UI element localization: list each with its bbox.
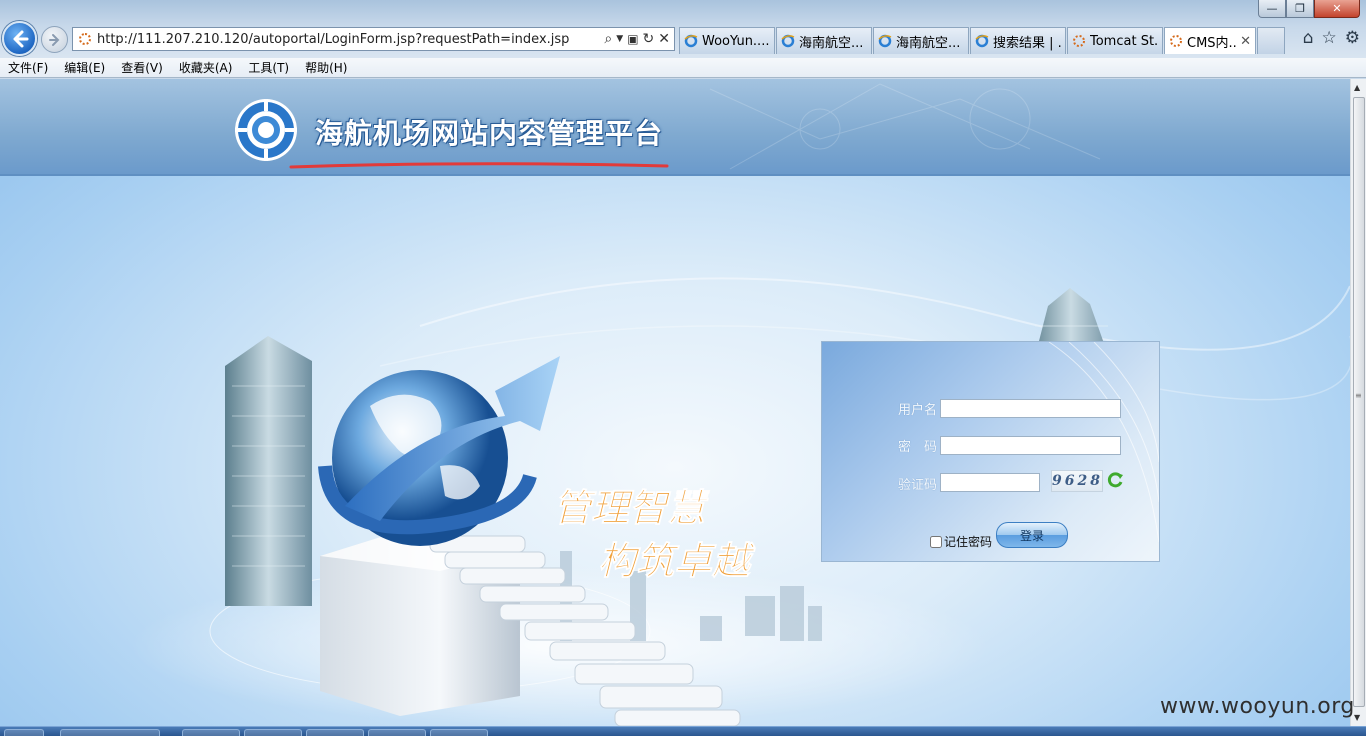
tab-label: WooYun.... bbox=[702, 33, 770, 49]
home-icon[interactable]: ⌂ bbox=[1303, 28, 1314, 48]
minimize-button[interactable]: — bbox=[1258, 0, 1286, 18]
remember-password-checkbox[interactable] bbox=[930, 535, 942, 548]
stop-icon[interactable]: ✕ bbox=[658, 31, 670, 47]
search-icon[interactable]: ⌕ bbox=[604, 31, 612, 47]
scrollbar-grip-icon: ≡ bbox=[1355, 391, 1362, 400]
refresh-icon[interactable]: ↻ bbox=[643, 31, 655, 47]
tab-tomcat[interactable]: Tomcat St... bbox=[1067, 27, 1163, 54]
settings-gear-icon[interactable]: ⚙ bbox=[1345, 28, 1360, 48]
left-skyscraper bbox=[225, 336, 312, 606]
tab-label: 海南航空... bbox=[799, 35, 864, 51]
forward-button[interactable] bbox=[41, 26, 68, 53]
taskbar-item[interactable] bbox=[244, 729, 302, 736]
password-input[interactable] bbox=[940, 436, 1121, 455]
refresh-captcha-icon[interactable] bbox=[1106, 471, 1124, 489]
watermark: www.wooyun.org bbox=[1160, 694, 1355, 719]
title-underline bbox=[289, 162, 669, 169]
menu-tools[interactable]: 工具(T) bbox=[240, 58, 297, 78]
taskbar-item[interactable] bbox=[60, 729, 160, 736]
site-title: 海航机场网站内容管理平台 bbox=[315, 117, 664, 150]
address-url[interactable]: http://111.207.210.120/autoportal/LoginF… bbox=[97, 32, 569, 47]
dropdown-icon[interactable]: ▼ bbox=[616, 34, 623, 44]
tab-strip: WooYun.... 海南航空... 海南航空... 搜索结果 | ... To… bbox=[679, 27, 1285, 54]
menu-edit[interactable]: 编辑(E) bbox=[56, 58, 113, 78]
captcha-image[interactable]: 9628 bbox=[1051, 470, 1103, 492]
menu-file[interactable]: 文件(F) bbox=[0, 58, 56, 78]
slogan-line-1: 管理智慧 bbox=[553, 485, 710, 530]
password-label: 密 码 bbox=[898, 440, 938, 455]
login-panel: 用户名 密 码 验证码 9628 记住密码 登录 bbox=[821, 341, 1160, 562]
forward-arrow-icon bbox=[48, 33, 59, 46]
window-controls: — ❐ ✕ bbox=[1258, 0, 1360, 18]
loading-icon bbox=[1169, 34, 1183, 48]
taskbar-item[interactable] bbox=[430, 729, 488, 736]
tab-label: 搜索结果 | ... bbox=[993, 35, 1061, 51]
close-window-button[interactable]: ✕ bbox=[1314, 0, 1360, 18]
tab-hainan-2[interactable]: 海南航空... bbox=[873, 27, 969, 54]
captcha-label: 验证码 bbox=[898, 478, 938, 493]
browser-titlebar: — ❐ ✕ http://111.207.210.120/autoportal/… bbox=[0, 0, 1366, 58]
tab-wooyun[interactable]: WooYun.... bbox=[679, 27, 775, 54]
tab-label: Tomcat St... bbox=[1090, 33, 1158, 49]
background-wave bbox=[419, 277, 1350, 351]
menu-view[interactable]: 查看(V) bbox=[113, 58, 171, 78]
ie-icon bbox=[684, 34, 698, 48]
maximize-button[interactable]: ❐ bbox=[1286, 0, 1314, 18]
menu-favorites[interactable]: 收藏夹(A) bbox=[171, 58, 241, 78]
login-button[interactable]: 登录 bbox=[996, 522, 1068, 548]
tab-label: CMS内... bbox=[1187, 35, 1237, 51]
new-tab-button[interactable] bbox=[1257, 27, 1285, 54]
taskbar-item[interactable] bbox=[182, 729, 240, 736]
remember-password[interactable]: 记住密码 bbox=[930, 533, 992, 550]
tab-label: 海南航空... bbox=[896, 35, 961, 51]
loading-icon bbox=[79, 33, 91, 45]
address-bar[interactable]: http://111.207.210.120/autoportal/LoginF… bbox=[72, 27, 675, 51]
toolbar-icons: ⌂ ☆ ⚙ bbox=[1303, 28, 1360, 48]
tab-search-results[interactable]: 搜索结果 | ... bbox=[970, 27, 1066, 54]
vertical-scrollbar[interactable]: ▲ ≡ ▼ bbox=[1350, 79, 1366, 726]
scrollbar-thumb[interactable] bbox=[1353, 97, 1365, 707]
menu-bar: 文件(F) 编辑(E) 查看(V) 收藏夹(A) 工具(T) 帮助(H) bbox=[0, 58, 1366, 78]
close-tab-icon[interactable]: ✕ bbox=[1240, 34, 1251, 49]
header-texture bbox=[709, 83, 1101, 170]
page-header: 海航机场网站内容管理平台 bbox=[0, 79, 1350, 176]
tab-cms[interactable]: CMS内... ✕ bbox=[1164, 27, 1256, 54]
captcha-input[interactable] bbox=[940, 473, 1040, 492]
page-viewport: 海航机场网站内容管理平台 管理智慧 构筑卓越 用户名 密 码 验证码 9628 … bbox=[0, 79, 1350, 726]
start-button[interactable] bbox=[4, 729, 44, 736]
back-button[interactable] bbox=[2, 21, 37, 56]
ie-icon bbox=[975, 34, 989, 48]
ie-icon bbox=[781, 34, 795, 48]
compatibility-icon[interactable]: ▣ bbox=[627, 32, 638, 46]
windows-taskbar bbox=[0, 726, 1366, 736]
scroll-down-icon[interactable]: ▼ bbox=[1354, 713, 1360, 722]
ie-icon bbox=[878, 34, 892, 48]
menu-help[interactable]: 帮助(H) bbox=[297, 58, 355, 78]
remember-password-label: 记住密码 bbox=[944, 535, 993, 549]
username-label: 用户名 bbox=[898, 403, 938, 418]
favorites-star-icon[interactable]: ☆ bbox=[1322, 28, 1337, 48]
address-bar-icons: ⌕ ▼ ▣ ↻ ✕ bbox=[604, 30, 670, 48]
tab-hainan-1[interactable]: 海南航空... bbox=[776, 27, 872, 54]
username-input[interactable] bbox=[940, 399, 1121, 418]
scroll-up-icon[interactable]: ▲ bbox=[1354, 83, 1360, 92]
slogan-line-2: 构筑卓越 bbox=[598, 538, 756, 583]
back-arrow-icon bbox=[13, 30, 28, 47]
taskbar-item[interactable] bbox=[306, 729, 364, 736]
logo-icon bbox=[235, 99, 297, 161]
taskbar-item[interactable] bbox=[368, 729, 426, 736]
loading-icon bbox=[1072, 34, 1086, 48]
